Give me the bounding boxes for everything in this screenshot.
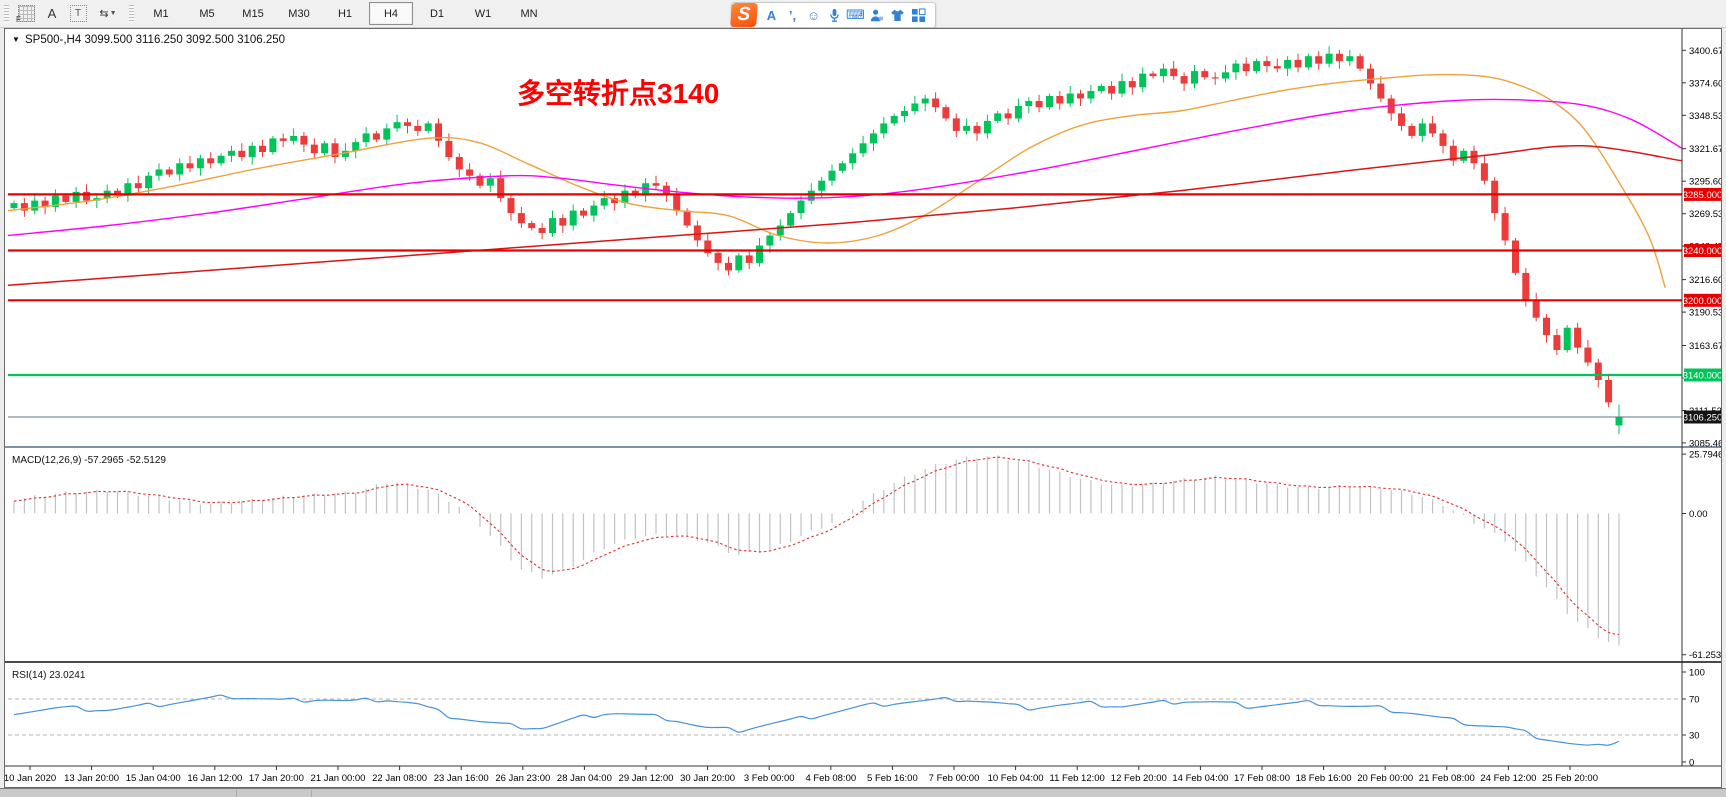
textbox-tool-icon[interactable]: T	[65, 3, 91, 25]
svg-text:70: 70	[1689, 695, 1700, 706]
svg-text:3269.530: 3269.530	[1689, 209, 1721, 220]
svg-text:3285.000: 3285.000	[1683, 190, 1721, 201]
svg-text:30: 30	[1689, 731, 1700, 742]
svg-text:26 Jan 23:00: 26 Jan 23:00	[495, 773, 550, 784]
svg-text:3295.600: 3295.600	[1689, 177, 1721, 188]
sogou-logo-icon[interactable]: S	[730, 3, 758, 27]
svg-text:22 Jan 08:00: 22 Jan 08:00	[372, 773, 427, 784]
annotation-text[interactable]: 多空转折点3140	[517, 77, 719, 109]
timeframe-button-h1[interactable]: H1	[323, 2, 367, 25]
svg-text:24 Feb 12:00: 24 Feb 12:00	[1480, 773, 1536, 784]
timeframe-button-m15[interactable]: M15	[231, 2, 275, 25]
skin-icon[interactable]	[887, 5, 908, 25]
price-level-labels: 3285.000 3240.000 3200.000 3140.000 3106.250	[1683, 188, 1721, 424]
macd-label: MACD(12,26,9) -57.2965 -52.5129	[12, 455, 166, 466]
svg-text:11 Feb 12:00: 11 Feb 12:00	[1050, 773, 1105, 784]
svg-text:3163.670: 3163.670	[1689, 341, 1721, 352]
svg-text:7 Feb 00:00: 7 Feb 00:00	[929, 773, 980, 784]
chart-canvas[interactable]: ▼ SP500-,H4 3099.500 3116.250 3092.500 31…	[5, 29, 1721, 787]
soft-keyboard-icon-glyph: ⌨	[846, 7, 865, 23]
svg-text:3374.600: 3374.600	[1689, 78, 1721, 89]
timeframe-button-m1[interactable]: M1	[139, 2, 183, 25]
svg-text:3321.670: 3321.670	[1689, 144, 1721, 155]
timeframe-button-m5[interactable]: M5	[185, 2, 229, 25]
timeframe-button-d1[interactable]: D1	[415, 2, 459, 25]
label-tool-icon[interactable]: A	[39, 3, 65, 25]
svg-text:0.00: 0.00	[1689, 509, 1708, 520]
emoji-icon-glyph: ☺	[807, 8, 820, 23]
rsi-line	[14, 695, 1619, 745]
lang-toggle-icon-glyph: A	[767, 8, 776, 23]
svg-text:20 Feb 00:00: 20 Feb 00:00	[1357, 773, 1413, 784]
svg-text:3216.600: 3216.600	[1689, 275, 1721, 286]
svg-text:23 Jan 16:00: 23 Jan 16:00	[434, 773, 489, 784]
indicator-axes[interactable]: 25.7946 0.00 -61.2533 100 70 30 0	[1682, 450, 1721, 769]
svg-text:16 Jan 12:00: 16 Jan 12:00	[187, 773, 242, 784]
chart-title: SP500-,H4 3099.500 3116.250 3092.500 310…	[25, 34, 285, 46]
svg-text:30 Jan 20:00: 30 Jan 20:00	[680, 773, 735, 784]
macd-histogram	[14, 456, 1619, 646]
svg-text:17 Feb 08:00: 17 Feb 08:00	[1234, 773, 1290, 784]
toolbox-icon[interactable]	[908, 5, 929, 25]
toolbar-grip[interactable]	[4, 5, 9, 23]
account-icon[interactable]	[866, 5, 887, 25]
macd-signal-line	[14, 457, 1619, 634]
svg-text:25.7946: 25.7946	[1689, 450, 1721, 461]
arrange-objects-icon[interactable]: ⇆▼	[91, 3, 125, 25]
svg-text:15 Jan 04:00: 15 Jan 04:00	[126, 773, 181, 784]
rsi-label: RSI(14) 23.0241	[12, 670, 86, 681]
svg-text:100: 100	[1689, 668, 1705, 679]
svg-text:3106.250: 3106.250	[1683, 413, 1721, 424]
svg-text:5 Feb 16:00: 5 Feb 16:00	[867, 773, 918, 784]
svg-text:13 Jan 20:00: 13 Jan 20:00	[64, 773, 119, 784]
svg-text:14 Feb 04:00: 14 Feb 04:00	[1172, 773, 1228, 784]
svg-text:25 Feb 20:00: 25 Feb 20:00	[1542, 773, 1598, 784]
svg-text:4 Feb 08:00: 4 Feb 08:00	[805, 773, 856, 784]
sogou-input-bar[interactable]: S A ’, ☺ ⌨	[731, 2, 936, 28]
lang-toggle-icon[interactable]: A	[761, 5, 782, 25]
dropdown-caret-icon: ▼	[110, 10, 117, 17]
svg-text:28 Jan 04:00: 28 Jan 04:00	[557, 773, 612, 784]
symbol-dropdown-icon[interactable]: ▼	[12, 35, 20, 44]
time-axis[interactable]: 10 Jan 2020 13 Jan 20:00 15 Jan 04:00 16 Ja…	[5, 766, 1598, 784]
svg-text:3 Feb 00:00: 3 Feb 00:00	[744, 773, 795, 784]
chart-window[interactable]: ▼ SP500-,H4 3099.500 3116.250 3092.500 31…	[4, 28, 1722, 788]
svg-text:21 Jan 00:00: 21 Jan 00:00	[311, 773, 366, 784]
voice-input-icon[interactable]	[824, 5, 845, 25]
svg-text:0: 0	[1689, 758, 1694, 769]
svg-text:3348.530: 3348.530	[1689, 111, 1721, 122]
svg-text:17 Jan 20:00: 17 Jan 20:00	[249, 773, 304, 784]
svg-text:21 Feb 08:00: 21 Feb 08:00	[1419, 773, 1475, 784]
templates-grid-icon[interactable]: F	[13, 3, 39, 25]
timeframe-button-m30[interactable]: M30	[277, 2, 321, 25]
svg-text:3085.460: 3085.460	[1689, 438, 1721, 449]
svg-text:3190.530: 3190.530	[1689, 308, 1721, 319]
svg-text:3240.000: 3240.000	[1683, 246, 1721, 257]
punctuation-icon-glyph: ’,	[789, 8, 796, 23]
svg-text:12 Feb 20:00: 12 Feb 20:00	[1111, 773, 1167, 784]
soft-keyboard-icon[interactable]: ⌨	[845, 5, 866, 25]
svg-text:3400.670: 3400.670	[1689, 46, 1721, 57]
timeframe-button-h4[interactable]: H4	[369, 2, 413, 25]
svg-text:18 Feb 16:00: 18 Feb 16:00	[1296, 773, 1352, 784]
timeframe-button-w1[interactable]: W1	[461, 2, 505, 25]
timeframe-toolbar: M1M5M15M30H1H4D1W1MN	[138, 2, 552, 25]
svg-text:-61.2533: -61.2533	[1689, 650, 1721, 661]
svg-text:10 Feb 04:00: 10 Feb 04:00	[988, 773, 1044, 784]
emoji-icon[interactable]: ☺	[803, 5, 824, 25]
svg-text:3140.000: 3140.000	[1683, 371, 1721, 382]
svg-text:10 Jan 2020: 10 Jan 2020	[5, 773, 56, 784]
svg-text:3200.000: 3200.000	[1683, 296, 1721, 307]
ma-fast-orange	[8, 75, 1665, 288]
svg-text:29 Jan 12:00: 29 Jan 12:00	[619, 773, 674, 784]
timeframe-button-mn[interactable]: MN	[507, 2, 551, 25]
punctuation-icon[interactable]: ’,	[782, 5, 803, 25]
toolbar-grip[interactable]	[129, 5, 134, 23]
